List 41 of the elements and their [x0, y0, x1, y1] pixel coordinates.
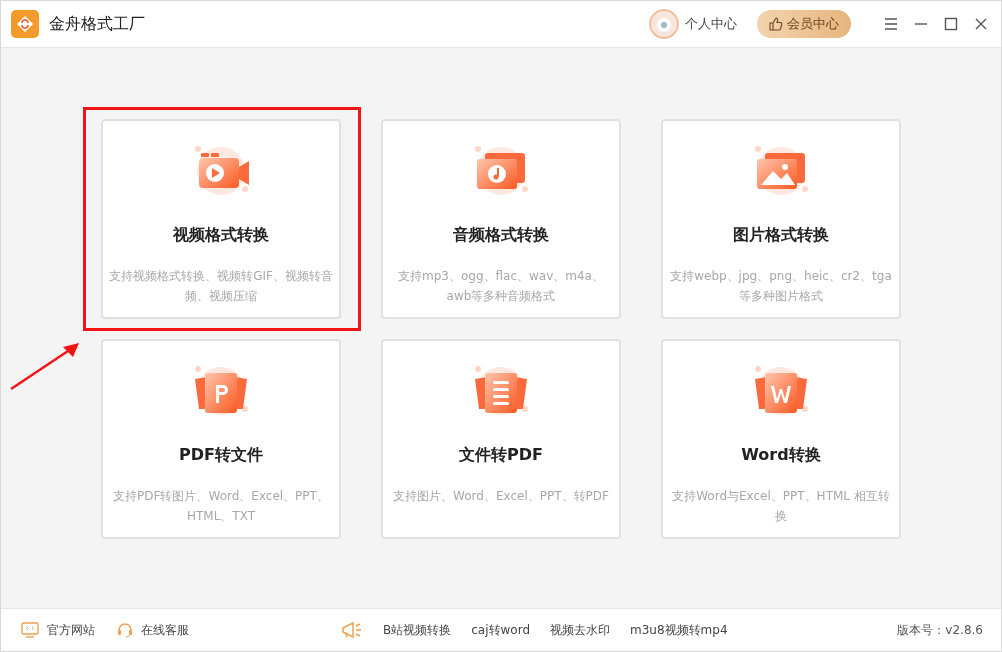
- card-description: 支持图片、Word、Excel、PPT、转PDF: [392, 488, 610, 505]
- card-title: 图片格式转换: [733, 225, 829, 246]
- promo-link[interactable]: caj转word: [471, 621, 530, 639]
- promo-link[interactable]: m3u8视频转mp4: [630, 621, 728, 639]
- menu-button[interactable]: [883, 16, 899, 32]
- card-description: 支持mp3、ogg、flac、wav、m4a、awb等多种音频格式: [397, 268, 605, 305]
- avatar-icon: [649, 9, 679, 39]
- megaphone-icon: [341, 621, 363, 639]
- card-title: 视频格式转换: [173, 225, 269, 246]
- version-label: 版本号：v2.8.6: [897, 621, 983, 639]
- card-title: 音频格式转换: [453, 225, 549, 246]
- close-icon: [973, 16, 989, 32]
- card-description: 支持PDF转图片、Word、Excel、PPT、HTML、TXT: [112, 488, 330, 525]
- promo-link[interactable]: 视频去水印: [550, 621, 610, 639]
- minimize-icon: [915, 23, 927, 25]
- feature-card[interactable]: 图片格式转换 支持webp、jpg、png、heic、cr2、tga等多种图片格式: [661, 119, 901, 319]
- monitor-icon: [21, 622, 39, 638]
- vip-button[interactable]: 会员中心: [757, 10, 851, 38]
- feature-card[interactable]: 文件转PDF 支持图片、Word、Excel、PPT、转PDF: [381, 339, 621, 539]
- footer-link[interactable]: 官方网站: [21, 621, 95, 639]
- card-description: 支持视频格式转换、视频转GIF、视频转音频、视频压缩: [108, 268, 334, 305]
- feature-card[interactable]: 视频格式转换 支持视频格式转换、视频转GIF、视频转音频、视频压缩: [101, 119, 341, 319]
- maximize-icon: [943, 16, 959, 32]
- headset-icon: [117, 622, 133, 638]
- profile-button[interactable]: 个人中心: [649, 9, 737, 39]
- close-button[interactable]: [973, 16, 989, 32]
- promo-link[interactable]: B站视频转换: [383, 621, 452, 639]
- feature-card[interactable]: 音频格式转换 支持mp3、ogg、flac、wav、m4a、awb等多种音频格式: [381, 119, 621, 319]
- card-description: 支持webp、jpg、png、heic、cr2、tga等多种图片格式: [669, 268, 893, 305]
- menu-icon: [883, 16, 899, 32]
- card-title: 文件转PDF: [459, 445, 543, 466]
- thumbs-up-icon: [769, 17, 783, 31]
- footer-link[interactable]: 在线客服: [117, 621, 189, 639]
- card-title: Word转换: [741, 445, 821, 466]
- maximize-button[interactable]: [943, 16, 959, 32]
- card-description: 支持Word与Excel、PPT、HTML 相互转换: [671, 488, 891, 525]
- app-logo-icon: [11, 10, 39, 38]
- window-title: 金舟格式工厂: [49, 13, 145, 35]
- feature-card[interactable]: Word转换 支持Word与Excel、PPT、HTML 相互转换: [661, 339, 901, 539]
- card-title: PDF转文件: [179, 445, 263, 466]
- feature-card[interactable]: PDF转文件 支持PDF转图片、Word、Excel、PPT、HTML、TXT: [101, 339, 341, 539]
